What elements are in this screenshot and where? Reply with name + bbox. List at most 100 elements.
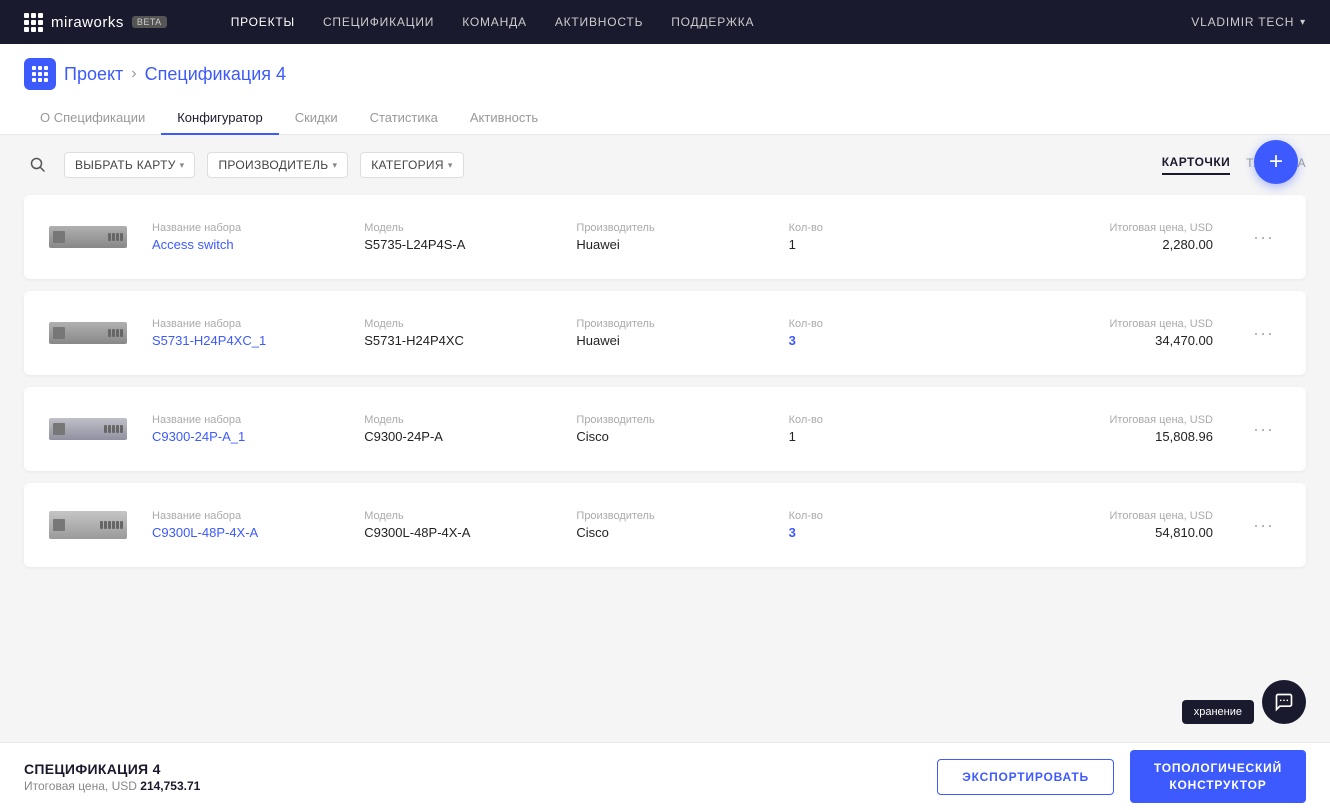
nav-links: ПРОЕКТЫ СПЕЦИФИКАЦИИ КОМАНДА АКТИВНОСТЬ … bbox=[231, 15, 1160, 29]
item-qty: 1 bbox=[789, 237, 1001, 252]
item-price: 34,470.00 bbox=[1001, 333, 1213, 348]
ports bbox=[104, 425, 123, 433]
logo-text: miraworks bbox=[51, 14, 124, 31]
item-model: C9300L-48P-4X-A bbox=[364, 525, 576, 540]
context-menu-btn[interactable]: ··· bbox=[1245, 415, 1282, 444]
device-thumbnail bbox=[49, 322, 127, 344]
nav-link-activity[interactable]: АКТИВНОСТЬ bbox=[555, 15, 643, 29]
card-fields: Название набора C9300L-48P-4X-A Модель C… bbox=[152, 510, 1213, 540]
nav-link-team[interactable]: КОМАНДА bbox=[462, 15, 527, 29]
search-button[interactable] bbox=[24, 151, 52, 179]
device-image bbox=[48, 215, 128, 259]
qty-field: Кол-во 1 bbox=[789, 222, 1001, 252]
price-field: Итоговая цена, USD 15,808.96 bbox=[1001, 414, 1213, 444]
name-field: Название набора C9300-24P-A_1 bbox=[152, 414, 364, 444]
user-menu[interactable]: VLADIMIR TECH bbox=[1191, 15, 1306, 29]
filter-category-btn[interactable]: КАТЕГОРИЯ ▾ bbox=[360, 152, 463, 178]
tab-stats[interactable]: Статистика bbox=[354, 102, 454, 135]
arrow-icon: ▾ bbox=[448, 160, 453, 171]
manufacturer-field: Производитель Huawei bbox=[576, 222, 788, 252]
spec-info: СПЕЦИФИКАЦИЯ 4 Итоговая цена, USD 214,75… bbox=[24, 761, 921, 793]
view-cards-btn[interactable]: КАРТОЧКИ bbox=[1162, 155, 1231, 175]
item-name[interactable]: S5731-H24P4XC_1 bbox=[152, 333, 364, 348]
item-manufacturer: Cisco bbox=[576, 525, 788, 540]
filter-manufacturer-btn[interactable]: ПРОИЗВОДИТЕЛЬ ▾ bbox=[207, 152, 348, 178]
tabs-bar: О Спецификации Конфигуратор Скидки Стати… bbox=[24, 102, 1306, 134]
ports bbox=[108, 329, 123, 337]
item-name[interactable]: C9300-24P-A_1 bbox=[152, 429, 364, 444]
filter-card-btn[interactable]: ВЫБРАТЬ КАРТУ ▾ bbox=[64, 152, 195, 178]
model-field: Модель C9300L-48P-4X-A bbox=[364, 510, 576, 540]
model-field: Модель C9300-24P-A bbox=[364, 414, 576, 444]
device-thumbnail bbox=[49, 226, 127, 248]
table-row: Название набора Access switch Модель S57… bbox=[24, 195, 1306, 279]
model-field: Модель S5735-L24P4S-A bbox=[364, 222, 576, 252]
main-content: ВЫБРАТЬ КАРТУ ▾ ПРОИЗВОДИТЕЛЬ ▾ КАТЕГОРИ… bbox=[0, 135, 1330, 771]
item-model: S5735-L24P4S-A bbox=[364, 237, 576, 252]
item-name[interactable]: C9300L-48P-4X-A bbox=[152, 525, 364, 540]
breadcrumb-current: Спецификация 4 bbox=[145, 64, 286, 85]
device-thumbnail bbox=[49, 511, 127, 539]
item-manufacturer: Huawei bbox=[576, 237, 788, 252]
topology-button[interactable]: ТОПОЛОГИЧЕСКИЙКОНСТРУКТОР bbox=[1130, 750, 1306, 804]
add-button[interactable]: + bbox=[1254, 140, 1298, 184]
save-toast: хранение bbox=[1182, 700, 1254, 724]
item-price: 2,280.00 bbox=[1001, 237, 1213, 252]
manufacturer-field: Производитель Cisco bbox=[576, 510, 788, 540]
name-field: Название набора C9300L-48P-4X-A bbox=[152, 510, 364, 540]
table-row: Название набора C9300-24P-A_1 Модель C93… bbox=[24, 387, 1306, 471]
qty-field: Кол-во 1 bbox=[789, 414, 1001, 444]
price-field: Итоговая цена, USD 34,470.00 bbox=[1001, 318, 1213, 348]
qty-field: Кол-во 3 bbox=[789, 318, 1001, 348]
model-field: Модель S5731-H24P4XC bbox=[364, 318, 576, 348]
context-menu-btn[interactable]: ··· bbox=[1245, 319, 1282, 348]
item-price: 54,810.00 bbox=[1001, 525, 1213, 540]
export-button[interactable]: ЭКСПОРТИРОВАТЬ bbox=[937, 759, 1114, 795]
tab-activity[interactable]: Активность bbox=[454, 102, 554, 135]
toolbar: ВЫБРАТЬ КАРТУ ▾ ПРОИЗВОДИТЕЛЬ ▾ КАТЕГОРИ… bbox=[24, 151, 1306, 179]
nav-link-specs[interactable]: СПЕЦИФИКАЦИИ bbox=[323, 15, 434, 29]
top-navigation: miraworks beta ПРОЕКТЫ СПЕЦИФИКАЦИИ КОМА… bbox=[0, 0, 1330, 44]
name-field: Название набора S5731-H24P4XC_1 bbox=[152, 318, 364, 348]
price-field: Итоговая цена, USD 54,810.00 bbox=[1001, 510, 1213, 540]
chat-button[interactable] bbox=[1262, 680, 1306, 724]
tab-discounts[interactable]: Скидки bbox=[279, 102, 354, 135]
ports bbox=[100, 521, 123, 529]
breadcrumb-project[interactable]: Проект bbox=[64, 64, 123, 85]
qty-field: Кол-во 3 bbox=[789, 510, 1001, 540]
item-model: C9300-24P-A bbox=[364, 429, 576, 444]
tab-about[interactable]: О Спецификации bbox=[24, 102, 161, 135]
price-field: Итоговая цена, USD 2,280.00 bbox=[1001, 222, 1213, 252]
nav-link-support[interactable]: ПОДДЕРЖКА bbox=[671, 15, 754, 29]
bottom-bar: СПЕЦИФИКАЦИЯ 4 Итоговая цена, USD 214,75… bbox=[0, 742, 1330, 810]
spec-total: Итоговая цена, USD 214,753.71 bbox=[24, 779, 921, 793]
name-field: Название набора Access switch bbox=[152, 222, 364, 252]
logo: miraworks beta bbox=[24, 13, 167, 32]
table-row: Название набора S5731-H24P4XC_1 Модель S… bbox=[24, 291, 1306, 375]
item-name[interactable]: Access switch bbox=[152, 237, 364, 252]
manufacturer-field: Производитель Cisco bbox=[576, 414, 788, 444]
card-list: Название набора Access switch Модель S57… bbox=[24, 195, 1306, 567]
item-qty: 1 bbox=[789, 429, 1001, 444]
item-price: 15,808.96 bbox=[1001, 429, 1213, 444]
device-image bbox=[48, 503, 128, 547]
device-thumbnail bbox=[49, 418, 127, 440]
context-menu-btn[interactable]: ··· bbox=[1245, 511, 1282, 540]
card-fields: Название набора S5731-H24P4XC_1 Модель S… bbox=[152, 318, 1213, 348]
item-model: S5731-H24P4XC bbox=[364, 333, 576, 348]
breadcrumb: Проект › Спецификация 4 bbox=[24, 58, 1306, 90]
nav-link-projects[interactable]: ПРОЕКТЫ bbox=[231, 15, 295, 29]
context-menu-btn[interactable]: ··· bbox=[1245, 223, 1282, 252]
card-fields: Название набора C9300-24P-A_1 Модель C93… bbox=[152, 414, 1213, 444]
tab-configurator[interactable]: Конфигуратор bbox=[161, 102, 278, 135]
beta-badge: beta bbox=[132, 16, 167, 28]
breadcrumb-separator: › bbox=[131, 65, 136, 83]
search-icon bbox=[30, 157, 46, 173]
device-image bbox=[48, 311, 128, 355]
plus-icon: + bbox=[1269, 148, 1283, 176]
chat-icon bbox=[1274, 692, 1294, 712]
spec-title: СПЕЦИФИКАЦИЯ 4 bbox=[24, 761, 921, 777]
dots-icon bbox=[32, 66, 48, 82]
project-icon bbox=[24, 58, 56, 90]
ports bbox=[108, 233, 123, 241]
